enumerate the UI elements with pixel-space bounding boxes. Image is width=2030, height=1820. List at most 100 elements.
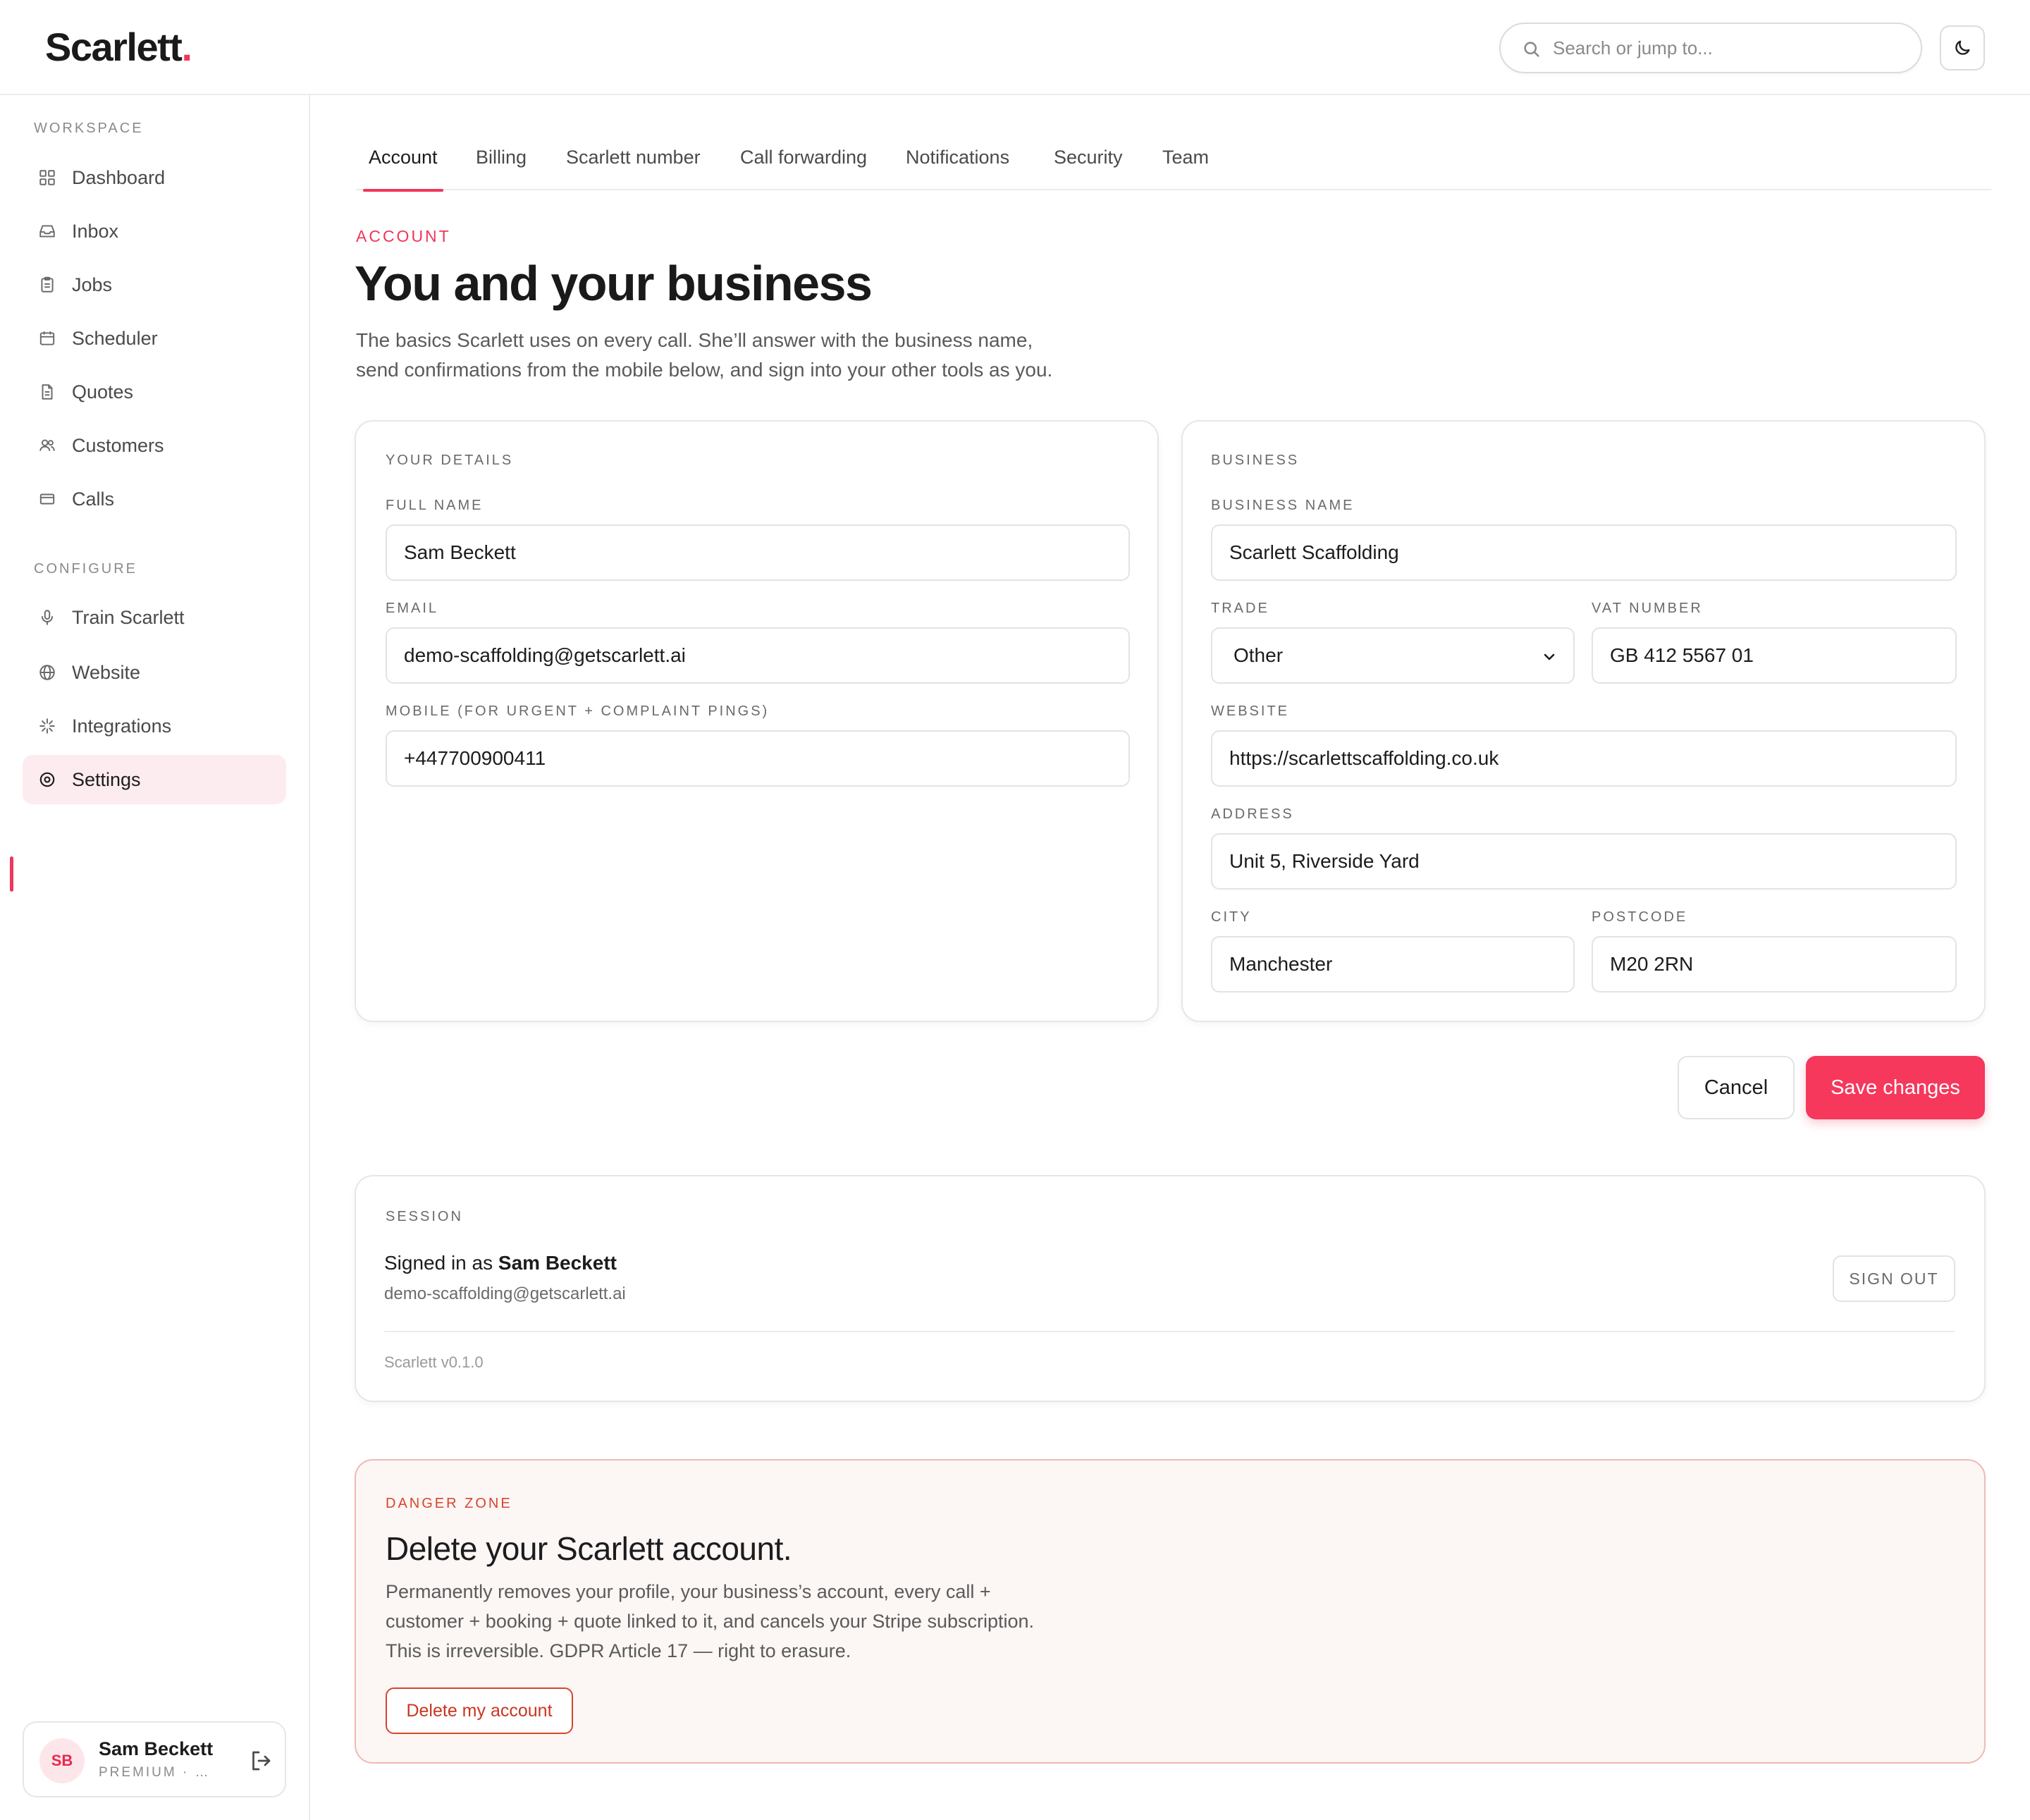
section-label-workspace: WORKSPACE	[34, 121, 144, 136]
sidebar-item-inbox[interactable]: Inbox	[23, 207, 286, 256]
page-title: You and your business	[355, 256, 873, 311]
users-icon	[37, 435, 58, 456]
divider	[384, 1331, 1955, 1332]
top-bar: Scarlett.	[0, 0, 2030, 95]
logo-text: Scarlett	[45, 25, 183, 69]
sidebar-item-settings[interactable]: Settings	[23, 755, 286, 804]
settings-icon	[37, 769, 58, 790]
danger-text-line: Permanently removes your profile, your b…	[386, 1581, 991, 1602]
website-input[interactable]	[1211, 730, 1957, 787]
your-details-card: YOUR DETAILS FULL NAME EMAIL MOBILE (FOR…	[355, 420, 1159, 1022]
document-icon	[37, 381, 58, 402]
sidebar-item-calls[interactable]: Calls	[23, 474, 286, 524]
danger-zone-title: Delete your Scarlett account.	[386, 1530, 792, 1567]
sidebar-item-label: Inbox	[72, 220, 119, 242]
sidebar-item-label: Train Scarlett	[72, 606, 185, 628]
session-email: demo-scaffolding@getscarlett.ai	[384, 1284, 626, 1303]
sign-out-button[interactable]: SIGN OUT	[1833, 1255, 1955, 1302]
calls-icon	[37, 488, 58, 510]
field-label: FULL NAME	[386, 498, 484, 513]
sidebar-item-label: Calls	[72, 488, 115, 510]
field-label: POSTCODE	[1592, 909, 1688, 925]
vat-number-input[interactable]	[1592, 627, 1957, 684]
tab-notifications[interactable]: Notifications	[900, 147, 1015, 190]
sidebar-item-scheduler[interactable]: Scheduler	[23, 314, 286, 363]
microphone-icon	[37, 607, 58, 628]
logout-icon[interactable]	[248, 1748, 273, 1773]
section-label-configure: CONFIGURE	[34, 561, 137, 577]
sidebar-item-label: Quotes	[72, 381, 134, 402]
chevron-down-icon	[1544, 653, 1555, 660]
sidebar-item-label: Scheduler	[72, 327, 158, 349]
signed-in-text: Signed in as Sam Beckett	[384, 1252, 617, 1274]
city-input[interactable]	[1211, 936, 1575, 992]
trade-select-value: Other	[1234, 644, 1284, 666]
business-name-input[interactable]	[1211, 524, 1957, 581]
inbox-icon	[37, 221, 58, 242]
search-box[interactable]	[1499, 23, 1922, 73]
tab-security[interactable]: Security	[1048, 147, 1128, 190]
logo[interactable]: Scarlett.	[45, 24, 192, 70]
sidebar-item-jobs[interactable]: Jobs	[23, 260, 286, 309]
sidebar-item-integrations[interactable]: Integrations	[23, 701, 286, 751]
tab-scarlett-number[interactable]: Scarlett number	[560, 147, 706, 190]
danger-text-line: This is irreversible. GDPR Article 17 — …	[386, 1640, 851, 1661]
danger-text-line: customer + booking + quote linked to it,…	[386, 1611, 1035, 1632]
sidebar: WORKSPACE Dashboard Inbox Jobs Scheduler…	[0, 95, 310, 1820]
save-changes-button[interactable]: Save changes	[1806, 1056, 1985, 1119]
danger-zone-heading: DANGER ZONE	[386, 1496, 512, 1511]
page-intro-line: The basics Scarlett uses on every call. …	[356, 329, 1033, 351]
user-name: Sam Beckett	[99, 1738, 214, 1759]
email-input[interactable]	[386, 627, 1130, 684]
address-input[interactable]	[1211, 833, 1957, 890]
tab-team[interactable]: Team	[1157, 147, 1214, 190]
delete-account-button[interactable]: Delete my account	[386, 1687, 573, 1734]
grid-icon	[37, 167, 58, 188]
field-label: TRADE	[1211, 601, 1269, 616]
sidebar-item-quotes[interactable]: Quotes	[23, 367, 286, 417]
full-name-input[interactable]	[386, 524, 1130, 581]
field-label: CITY	[1211, 909, 1252, 925]
globe-icon	[37, 662, 58, 683]
tab-call-forwarding[interactable]: Call forwarding	[734, 147, 873, 190]
signed-in-name: Sam Beckett	[498, 1252, 617, 1274]
card-heading: YOUR DETAILS	[386, 453, 514, 468]
sidebar-item-train-scarlett[interactable]: Train Scarlett	[23, 593, 286, 642]
sidebar-item-dashboard[interactable]: Dashboard	[23, 153, 286, 202]
app-version: Scarlett v0.1.0	[384, 1353, 484, 1371]
page-intro: The basics Scarlett uses on every call. …	[356, 326, 1167, 385]
calendar-icon	[37, 328, 58, 349]
active-indicator	[10, 856, 13, 892]
danger-zone-card: DANGER ZONE Delete your Scarlett account…	[355, 1459, 1986, 1764]
mobile-input[interactable]	[386, 730, 1130, 787]
trade-select[interactable]: Other	[1211, 627, 1575, 684]
field-label: MOBILE (FOR URGENT + COMPLAINT PINGS)	[386, 703, 770, 719]
tab-account[interactable]: Account	[363, 147, 443, 192]
user-plan: PREMIUM · SCARLETT SCAFFOLDING	[99, 1765, 219, 1780]
logo-dot: .	[181, 25, 192, 69]
settings-tabs: Account Billing Scarlett number Call for…	[356, 134, 1991, 192]
postcode-input[interactable]	[1592, 936, 1957, 992]
sidebar-item-label: Website	[72, 661, 141, 683]
moon-icon	[1955, 40, 1970, 55]
search-input[interactable]	[1553, 24, 1905, 72]
tab-billing[interactable]: Billing	[470, 147, 532, 190]
sidebar-item-customers[interactable]: Customers	[23, 421, 286, 470]
sidebar-item-label: Customers	[72, 434, 164, 456]
field-label: EMAIL	[386, 601, 439, 616]
field-label: WEBSITE	[1211, 703, 1290, 719]
sidebar-item-website[interactable]: Website	[23, 648, 286, 697]
search-icon	[1524, 42, 1539, 57]
field-label: VAT NUMBER	[1592, 601, 1703, 616]
user-card[interactable]: SB Sam Beckett PREMIUM · SCARLETT SCAFFO…	[23, 1721, 286, 1797]
cancel-button[interactable]: Cancel	[1678, 1056, 1795, 1119]
sidebar-item-label: Integrations	[72, 715, 172, 737]
field-label: BUSINESS NAME	[1211, 498, 1355, 513]
sidebar-item-label: Jobs	[72, 273, 113, 295]
field-label: ADDRESS	[1211, 806, 1294, 822]
sparkle-icon	[37, 715, 58, 737]
theme-toggle-button[interactable]	[1940, 25, 1985, 70]
card-heading: SESSION	[386, 1209, 463, 1224]
sidebar-item-label: Dashboard	[72, 166, 166, 188]
page-intro-line: send confirmations from the mobile below…	[356, 359, 1053, 381]
